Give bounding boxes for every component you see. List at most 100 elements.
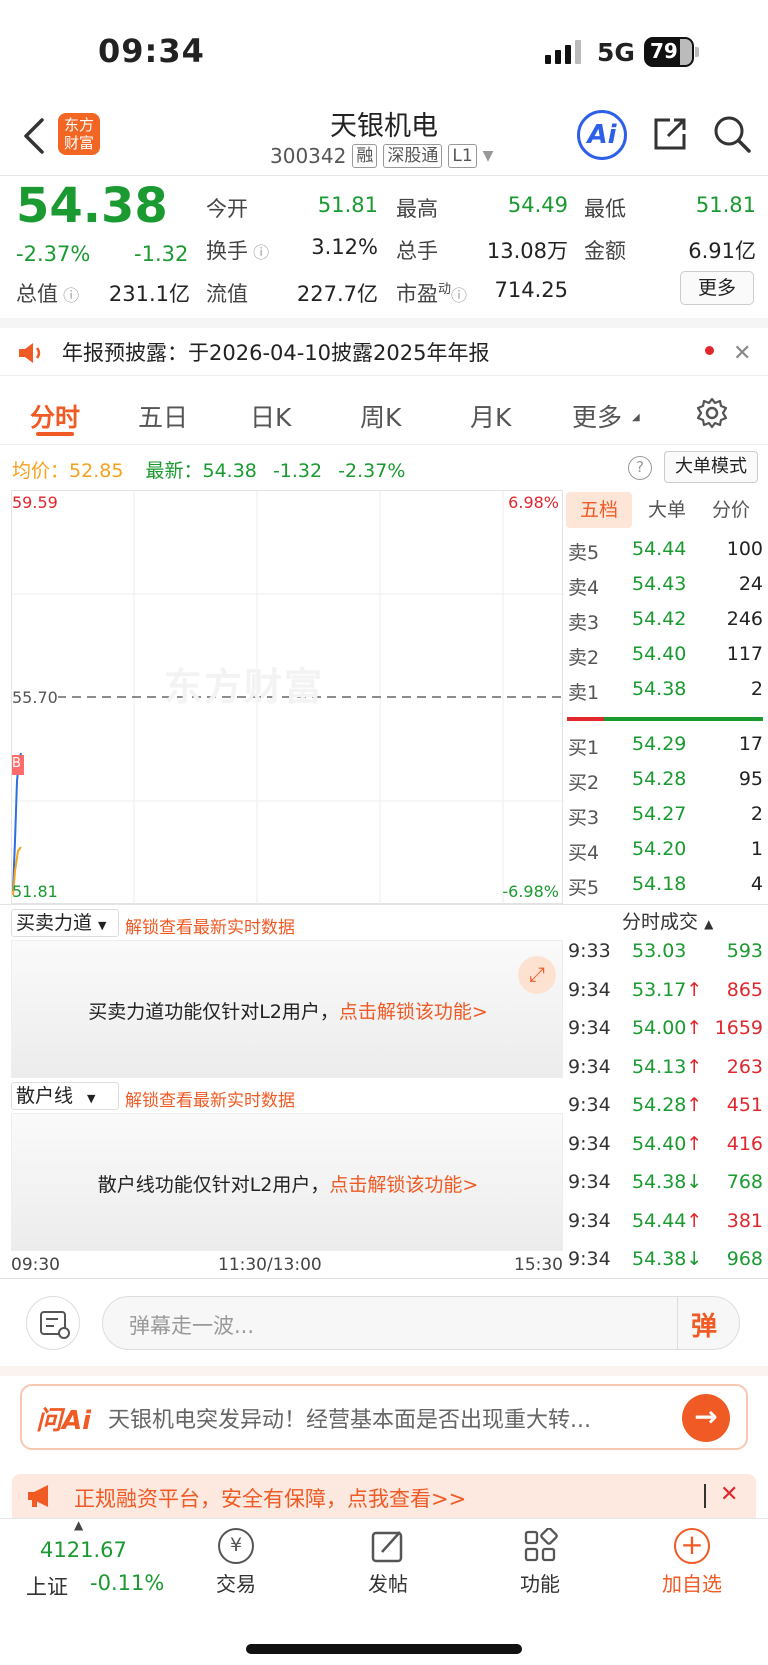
trade-price-value: 54.28 — [632, 1094, 687, 1116]
bid-level-row[interactable]: 买3 54.27 2 — [568, 803, 763, 833]
battery-icon: 79 — [644, 37, 700, 67]
nav-functions[interactable]: 功能 — [504, 1527, 576, 1597]
force-lock-message: 买卖力道功能仅针对L2用户，点击解锁该功能> — [12, 997, 564, 1024]
index-up-arrow-icon: ▲ — [74, 1518, 84, 1532]
help-icon[interactable]: ? — [628, 456, 652, 480]
latest-pct: -2.37% — [338, 460, 406, 482]
bid-level-row[interactable]: 买5 54.18 4 — [568, 873, 763, 903]
divider — [0, 318, 768, 328]
danmaku-send-button[interactable]: 弹 — [691, 1306, 717, 1343]
trade-yen-icon: ¥ — [218, 1528, 254, 1564]
stock-code: 300342 — [270, 144, 347, 168]
nav-add-watchlist[interactable]: + 加自选 — [652, 1528, 732, 1597]
nav-trade[interactable]: ¥ 交易 — [200, 1528, 272, 1597]
turnover-value: 3.12% — [311, 235, 378, 259]
force-dropdown[interactable]: 买卖力道 ▼ — [11, 909, 119, 937]
trade-direction: ↑ — [686, 1132, 703, 1155]
trade-price: 54.38↓ — [632, 1248, 702, 1270]
bid-level-label: 买5 — [568, 877, 600, 899]
ai-button[interactable]: Ai — [577, 110, 627, 160]
tab-monthly-k[interactable]: 月K — [470, 398, 511, 434]
margin-tag: 融 — [352, 144, 378, 168]
trade-volume: 1659 — [714, 1017, 763, 1039]
float-label: 流值 — [206, 282, 248, 306]
ask-level-volume: 117 — [726, 643, 763, 665]
tab-intraday[interactable]: 分时 — [30, 398, 80, 434]
ad-banner[interactable]: 正规融资平台，安全有保障，点我查看>> ✕ — [12, 1474, 756, 1518]
big-order-mode-label: 大单模式 — [675, 456, 747, 477]
index-name[interactable]: 上证 — [26, 1571, 68, 1601]
trade-price-value: 53.17 — [632, 978, 687, 1001]
danmaku-input[interactable]: 弹幕走一波... 弹 — [102, 1296, 740, 1350]
ask-level-row[interactable]: 卖5 54.44 100 — [568, 538, 763, 568]
ask-level-row[interactable]: 卖3 54.42 246 — [568, 608, 763, 638]
danmaku-settings-icon[interactable] — [26, 1296, 80, 1350]
tab-five-level-label: 五档 — [579, 499, 618, 521]
ask-ai-go-button[interactable]: → — [682, 1394, 730, 1442]
stock-code-row: 300342 融 深股通 L1 ▼ — [270, 144, 493, 168]
chart-max-pct-label: 6.98% — [508, 493, 559, 512]
signal-icon — [545, 40, 583, 64]
bid-level-row[interactable]: 买1 54.29 17 — [568, 733, 763, 763]
watermark: 东方财富 — [164, 665, 325, 709]
trade-direction: ↑ — [686, 1209, 703, 1232]
trade-tick-row: 9:33 53.03 593 — [568, 940, 763, 970]
chart-max-label: 59.59 — [12, 493, 58, 512]
intraday-chart[interactable]: 东方财富 59.59 6.98% 55.70 51.81 -6.98% B — [11, 490, 564, 905]
nav-post[interactable]: 发帖 — [352, 1528, 424, 1597]
ask-level-row[interactable]: 卖1 54.38 2 — [568, 678, 763, 708]
index-change[interactable]: -0.11% — [90, 1571, 164, 1595]
trade-ticks-title: 分时成交 — [622, 911, 699, 933]
more-button[interactable]: 更多 — [680, 271, 754, 305]
tab-price-dist[interactable]: 分价 — [700, 492, 762, 528]
bid-level-label: 买4 — [568, 842, 600, 864]
big-order-mode-button[interactable]: 大单模式 — [664, 451, 758, 483]
retail-unlock-hint[interactable]: 解锁查看最新实时数据 — [125, 1086, 295, 1111]
expand-icon[interactable]: ⤢ — [518, 956, 556, 994]
trade-ticks-header[interactable]: 分时成交 ▲ — [622, 907, 713, 934]
tab-more[interactable]: 更多 — [572, 398, 622, 434]
close-icon[interactable]: ✕ — [733, 341, 751, 366]
tab-big-order[interactable]: 大单 — [636, 492, 698, 528]
trade-tick-row: 9:34 54.13↑ 263 — [568, 1056, 763, 1086]
tab-five-day[interactable]: 五日 — [138, 398, 188, 434]
ask-level-row[interactable]: 卖4 54.43 24 — [568, 573, 763, 603]
tab-weekly-k[interactable]: 周K — [360, 398, 401, 434]
trade-price-value: 54.40 — [632, 1132, 687, 1155]
force-unlock-link[interactable]: 点击解锁该功能> — [339, 1001, 488, 1023]
info-icon[interactable]: ⓘ — [58, 286, 79, 305]
share-icon[interactable] — [650, 114, 690, 154]
tab-five-level[interactable]: 五档 — [566, 492, 632, 528]
ask-ai-banner[interactable]: 问Ai 天银机电突发异动！经营基本面是否出现重大转... → — [20, 1384, 748, 1450]
notice-text[interactable]: 年报预披露：于2026-04-10披露2025年年报 — [62, 337, 489, 367]
ask-level-row[interactable]: 卖2 54.40 117 — [568, 643, 763, 673]
trade-direction: ↑ — [686, 1017, 703, 1039]
ask-level-label: 卖3 — [568, 612, 600, 634]
ask-ai-text: 天银机电突发异动！经营基本面是否出现重大转... — [108, 1408, 591, 1433]
ask-level-price: 54.44 — [632, 538, 687, 560]
ai-label: Ai — [587, 120, 617, 150]
trade-direction: ↑ — [686, 978, 703, 1001]
search-icon[interactable] — [712, 114, 752, 154]
tab-big-order-label: 大单 — [647, 499, 686, 521]
trade-volume: 768 — [726, 1171, 763, 1193]
settings-gear-icon[interactable] — [696, 397, 728, 429]
tab-daily-k[interactable]: 日K — [250, 398, 291, 434]
force-unlock-hint[interactable]: 解锁查看最新实时数据 — [125, 913, 295, 938]
nav-add-watchlist-label: 加自选 — [662, 1572, 722, 1596]
ad-close-icon[interactable]: ✕ — [720, 1482, 738, 1507]
bid-level-row[interactable]: 买4 54.20 1 — [568, 838, 763, 868]
bid-level-label: 买1 — [568, 737, 600, 759]
bid-level-volume: 95 — [738, 768, 763, 790]
sort-arrow-icon: ▲ — [704, 917, 714, 931]
chevron-down-icon[interactable]: ▼ — [483, 148, 494, 164]
bid-level-row[interactable]: 买2 54.28 95 — [568, 768, 763, 798]
ask-level-price: 54.40 — [632, 643, 687, 665]
index-value[interactable]: 4121.67 — [40, 1538, 127, 1562]
info-icon[interactable]: ⓘ — [451, 286, 467, 305]
spread-bar — [567, 717, 763, 721]
retail-dropdown[interactable]: 散户线 ▼ — [11, 1082, 119, 1110]
trade-time: 9:34 — [568, 1132, 611, 1155]
info-icon[interactable]: ⓘ — [248, 243, 269, 262]
retail-unlock-link[interactable]: 点击解锁该功能> — [329, 1174, 478, 1196]
